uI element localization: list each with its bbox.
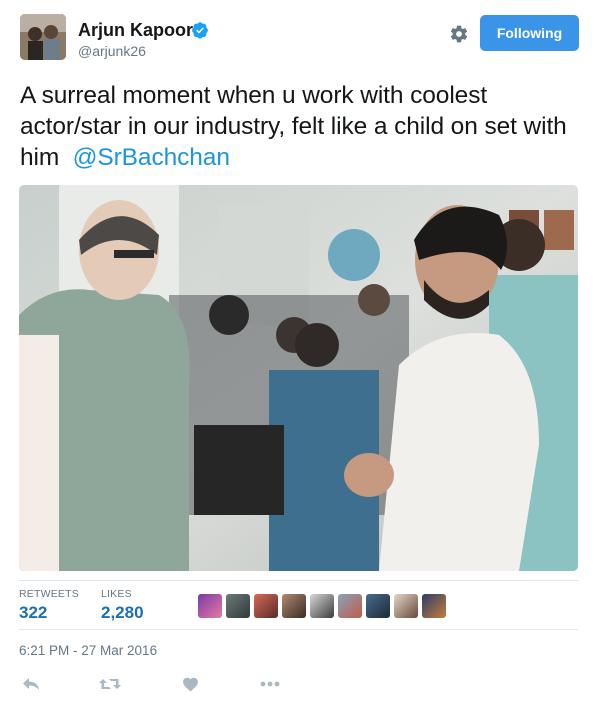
- avatar[interactable]: [20, 14, 66, 60]
- retweets-label[interactable]: RETWEETS: [19, 588, 79, 600]
- tweet-text: A surreal moment when u work with cooles…: [20, 80, 590, 173]
- retweet-icon[interactable]: [99, 674, 121, 694]
- liker-avatar[interactable]: [338, 594, 362, 618]
- tweet-timestamp[interactable]: 6:21 PM - 27 Mar 2016: [19, 643, 157, 658]
- divider-bottom: [19, 629, 578, 630]
- reply-icon[interactable]: [20, 674, 42, 694]
- author-handle[interactable]: @arjunk26: [78, 43, 146, 59]
- gear-icon[interactable]: [449, 24, 469, 44]
- liker-avatar[interactable]: [226, 594, 250, 618]
- author-name[interactable]: Arjun Kapoor: [78, 20, 193, 41]
- mention-link[interactable]: @SrBachchan: [73, 144, 230, 171]
- liker-avatar[interactable]: [394, 594, 418, 618]
- liker-avatar[interactable]: [310, 594, 334, 618]
- liker-avatar[interactable]: [254, 594, 278, 618]
- retweets-count[interactable]: 322: [19, 603, 47, 623]
- likes-count[interactable]: 2,280: [101, 603, 144, 623]
- liker-avatar[interactable]: [198, 594, 222, 618]
- liker-avatar[interactable]: [282, 594, 306, 618]
- likers-avatars: [198, 594, 446, 618]
- more-icon[interactable]: [259, 674, 281, 694]
- likes-label[interactable]: LIKES: [101, 588, 132, 600]
- tweet-photo[interactable]: [19, 185, 578, 571]
- like-icon[interactable]: [179, 674, 201, 694]
- liker-avatar[interactable]: [366, 594, 390, 618]
- liker-avatar[interactable]: [422, 594, 446, 618]
- verified-badge-icon: [192, 22, 208, 39]
- following-button[interactable]: Following: [480, 15, 579, 51]
- divider-top: [19, 580, 578, 581]
